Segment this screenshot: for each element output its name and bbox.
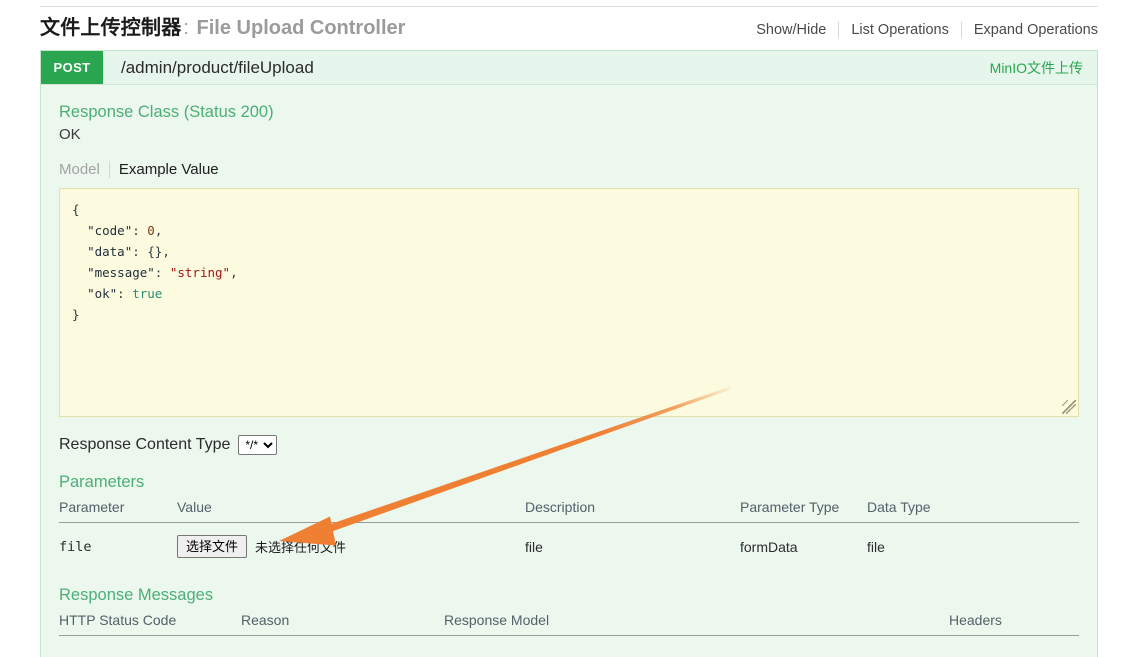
parameters-table: Parameter Value Description Parameter Ty… <box>59 499 1079 568</box>
page-title: 文件上传控制器: File Upload Controller <box>40 16 405 40</box>
column-header-value: Value <box>177 499 525 523</box>
parameter-data-type-cell: file <box>867 538 885 555</box>
show-hide-link[interactable]: Show/Hide <box>756 22 838 38</box>
table-row: file 选择文件 未选择任何文件 file formData file <box>59 523 1079 569</box>
tab-model[interactable]: Model <box>59 161 109 178</box>
parameters-heading: Parameters <box>59 473 145 491</box>
operation-path[interactable]: /admin/product/fileUpload <box>103 58 990 78</box>
parameters-table-header-row: Parameter Value Description Parameter Ty… <box>59 499 1079 523</box>
page-title-separator: : <box>183 17 189 39</box>
resource-operations-bar: Show/Hide List Operations Expand Operati… <box>756 22 1098 38</box>
operation-panel: POST /admin/product/fileUpload MinIO文件上传… <box>40 50 1098 657</box>
resize-handle-icon[interactable] <box>1062 400 1076 414</box>
model-example-tabs: Model Example Value <box>59 161 1079 178</box>
parameter-name-cell: file <box>59 538 92 555</box>
response-content-type-row: Response Content Type */* <box>59 435 1079 455</box>
column-header-description: Description <box>525 499 740 523</box>
expand-operations-link[interactable]: Expand Operations <box>962 22 1098 38</box>
selected-file-label: 未选择任何文件 <box>255 540 347 555</box>
operation-summary[interactable]: MinIO文件上传 <box>990 58 1097 78</box>
response-messages-heading: Response Messages <box>59 586 214 604</box>
column-header-response-model: Response Model <box>444 612 949 636</box>
response-messages-table: HTTP Status Code Reason Response Model H… <box>59 612 1079 636</box>
parameter-type-cell: formData <box>740 538 798 555</box>
parameter-description-cell: file <box>525 538 543 555</box>
operation-body: Response Class (Status 200) OK Model Exa… <box>41 103 1097 636</box>
response-content-type-label: Response Content Type <box>59 436 231 453</box>
example-value-json: { "code": 0, "data": {}, "message": "str… <box>72 202 238 322</box>
page-top-divider <box>40 6 1098 7</box>
example-value-textarea[interactable]: { "code": 0, "data": {}, "message": "str… <box>59 188 1079 417</box>
column-header-reason: Reason <box>241 612 444 636</box>
column-header-data-type: Data Type <box>867 499 1079 523</box>
response-content-type-select[interactable]: */* <box>238 435 278 455</box>
column-header-parameter: Parameter <box>59 499 177 523</box>
response-messages-header-row: HTTP Status Code Reason Response Model H… <box>59 612 1079 636</box>
column-header-parameter-type: Parameter Type <box>740 499 867 523</box>
column-header-headers: Headers <box>949 612 1079 636</box>
tab-example-value[interactable]: Example Value <box>110 161 219 178</box>
http-method-badge[interactable]: POST <box>41 51 103 84</box>
page-title-english: File Upload Controller <box>196 17 406 39</box>
column-header-http-status-code: HTTP Status Code <box>59 612 241 636</box>
operation-heading[interactable]: POST /admin/product/fileUpload MinIO文件上传 <box>41 51 1097 85</box>
response-class-description: OK <box>59 126 81 143</box>
file-upload-input[interactable]: 选择文件 未选择任何文件 <box>177 535 346 558</box>
parameter-value-cell: 选择文件 未选择任何文件 <box>177 523 525 569</box>
choose-file-button[interactable]: 选择文件 <box>177 535 248 558</box>
response-class-heading: Response Class (Status 200) <box>59 103 274 121</box>
resource-header: 文件上传控制器: File Upload Controller Show/Hid… <box>40 16 1098 46</box>
list-operations-link[interactable]: List Operations <box>839 22 961 38</box>
page-title-chinese: 文件上传控制器 <box>40 17 182 39</box>
